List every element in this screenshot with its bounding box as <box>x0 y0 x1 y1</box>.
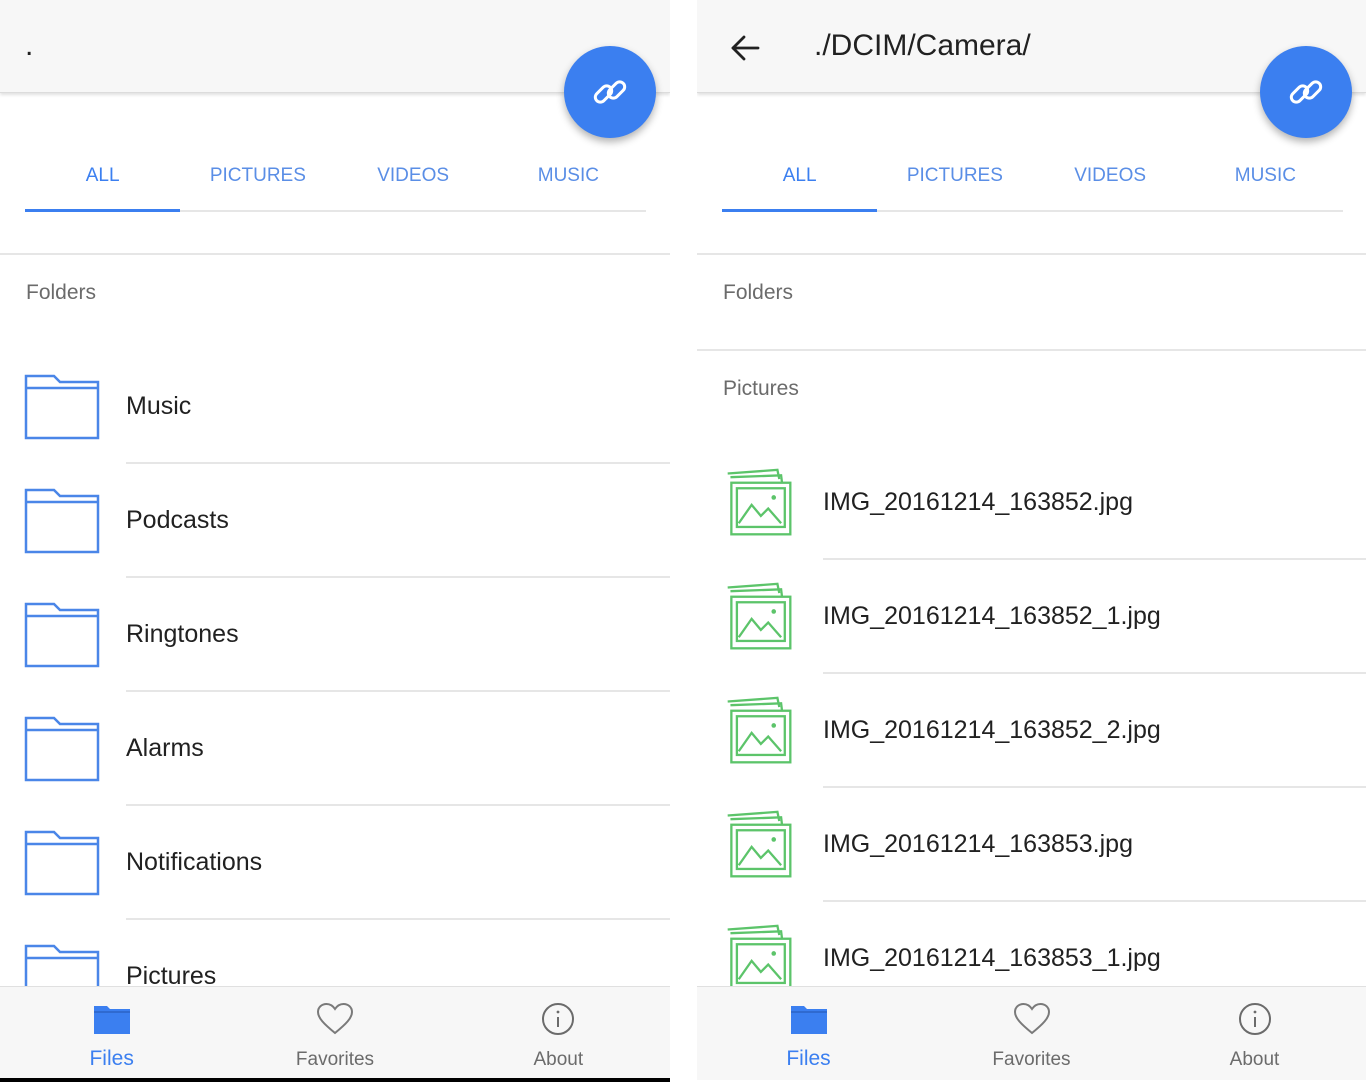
section-divider <box>0 253 670 255</box>
tab-all[interactable]: ALL <box>722 150 878 212</box>
share-link-button[interactable] <box>564 46 656 138</box>
nav-label: Favorites <box>992 1049 1071 1070</box>
tab-videos[interactable]: VIDEOS <box>336 150 491 210</box>
nav-favorites[interactable]: Favorites <box>920 987 1143 1080</box>
folder-name: Podcasts <box>126 506 229 534</box>
tab-music[interactable]: MUSIC <box>491 150 646 210</box>
folder-row-notifications[interactable]: Notifications <box>0 806 670 920</box>
folder-filled-icon <box>92 1001 132 1037</box>
folder-row-podcasts[interactable]: Podcasts <box>0 464 670 578</box>
pictures-section-header: Pictures <box>723 377 799 400</box>
folder-icon <box>24 716 100 782</box>
nav-about[interactable]: About <box>447 987 670 1080</box>
nav-favorites[interactable]: Favorites <box>223 987 446 1080</box>
arrow-back-icon <box>731 35 760 61</box>
info-icon <box>1235 1001 1275 1037</box>
system-bar-edge <box>0 1078 670 1082</box>
folder-icon <box>24 488 100 554</box>
left-screen: . ALL PICTURES VIDEOS MUSIC Folders Musi… <box>0 0 670 1082</box>
nav-label: Files <box>786 1047 831 1070</box>
folder-icon <box>24 374 100 440</box>
folder-row-ringtones[interactable]: Ringtones <box>0 578 670 692</box>
heart-icon <box>1012 1001 1052 1037</box>
nav-files[interactable]: Files <box>697 987 920 1080</box>
tab-pictures[interactable]: PICTURES <box>877 150 1032 210</box>
folder-name: Music <box>126 392 192 420</box>
file-name: IMG_20161214_163852_1.jpg <box>823 602 1161 630</box>
nav-label: Files <box>89 1047 134 1070</box>
file-name: IMG_20161214_163852_2.jpg <box>823 716 1161 744</box>
image-stack-icon <box>727 810 792 878</box>
folders-section-header: Folders <box>26 281 97 304</box>
tab-pictures[interactable]: PICTURES <box>180 150 335 210</box>
folders-section-header: Folders <box>723 281 794 304</box>
folder-icon <box>24 602 100 668</box>
app-bar-title: . <box>25 29 34 62</box>
folder-row-music[interactable]: Music <box>0 350 670 464</box>
file-name: IMG_20161214_163853.jpg <box>823 830 1133 858</box>
tab-all[interactable]: ALL <box>25 150 181 212</box>
back-button[interactable] <box>723 26 767 70</box>
folder-row-alarms[interactable]: Alarms <box>0 692 670 806</box>
nav-label: Favorites <box>295 1049 375 1070</box>
image-stack-icon <box>727 582 792 650</box>
folder-name: Ringtones <box>126 620 239 648</box>
file-name: IMG_20161214_163852.jpg <box>823 488 1133 516</box>
folder-name: Notifications <box>126 848 263 876</box>
share-link-button[interactable] <box>1260 46 1352 138</box>
nav-about[interactable]: About <box>1143 987 1366 1080</box>
nav-label: About <box>1229 1049 1280 1070</box>
section-divider <box>697 253 1366 255</box>
right-screen: ./DCIM/Camera/ ALL PICTURES VIDEOS MUSIC… <box>697 0 1366 1082</box>
bottom-navigation: Files Favorites About <box>697 986 1366 1080</box>
image-stack-icon <box>727 468 792 536</box>
section-divider <box>697 349 1366 351</box>
bottom-navigation: Files Favorites About <box>0 986 670 1080</box>
file-name: IMG_20161214_163853_1.jpg <box>823 944 1161 972</box>
folder-name: Alarms <box>126 734 204 762</box>
picture-row[interactable]: IMG_20161214_163852_1.jpg <box>697 560 1366 674</box>
tab-videos[interactable]: VIDEOS <box>1033 150 1188 210</box>
folder-icon <box>24 830 100 896</box>
info-icon <box>538 1001 578 1037</box>
folder-filled-icon <box>789 1001 829 1037</box>
link-icon <box>593 80 627 104</box>
category-tabs: ALL PICTURES VIDEOS MUSIC <box>25 150 646 212</box>
link-icon <box>1289 80 1323 104</box>
nav-label: About <box>533 1049 584 1070</box>
heart-icon <box>315 1001 355 1037</box>
image-stack-icon <box>727 924 792 992</box>
nav-files[interactable]: Files <box>0 987 223 1080</box>
picture-row[interactable]: IMG_20161214_163852.jpg <box>697 446 1366 560</box>
picture-row[interactable]: IMG_20161214_163853.jpg <box>697 788 1366 902</box>
tab-music[interactable]: MUSIC <box>1188 150 1343 210</box>
image-stack-icon <box>727 696 792 764</box>
picture-row[interactable]: IMG_20161214_163852_2.jpg <box>697 674 1366 788</box>
category-tabs: ALL PICTURES VIDEOS MUSIC <box>722 150 1343 212</box>
app-bar-title: ./DCIM/Camera/ <box>814 29 1031 62</box>
